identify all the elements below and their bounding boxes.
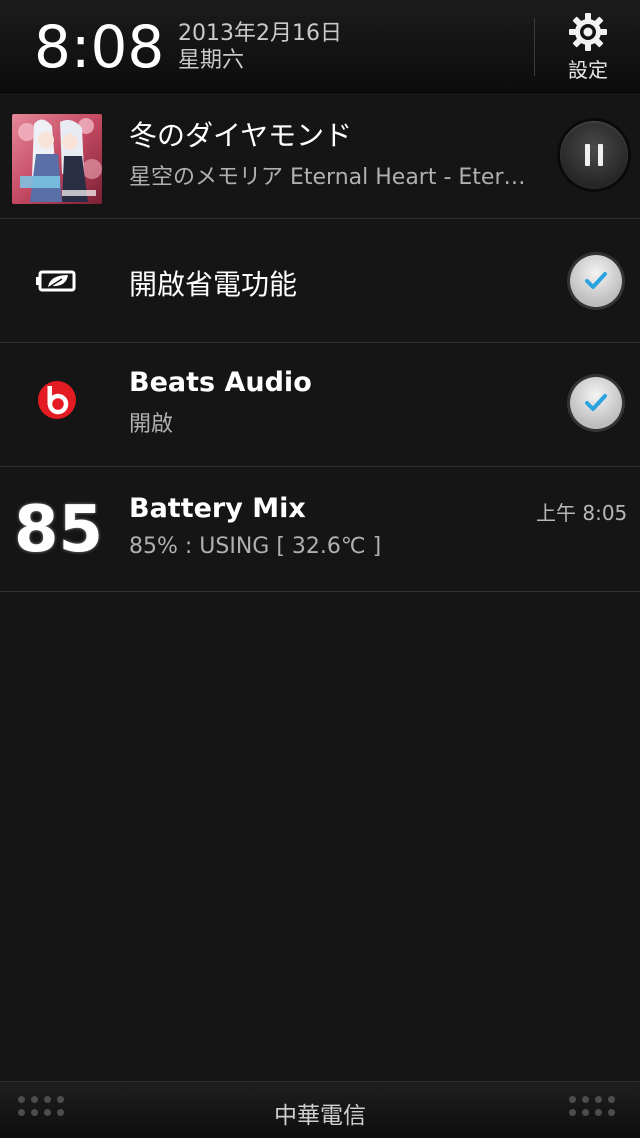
track-title: 冬のダイヤモンド: [129, 119, 353, 152]
power-saver-toggle-row[interactable]: 開啟省電功能: [0, 219, 640, 343]
power-saver-checkbox[interactable]: [570, 255, 622, 307]
drag-handle-right[interactable]: [569, 1096, 615, 1116]
battery-level-number: 85: [14, 493, 104, 567]
notification-shade: 8:08 2013年2月16日 星期六 設定 冬のダイヤモンド 星空のメモリア …: [0, 0, 640, 1138]
carrier-footer[interactable]: 中華電信: [0, 1081, 640, 1138]
beats-audio-toggle-row[interactable]: Beats Audio 開啟: [0, 343, 640, 467]
beats-logo-icon: [38, 381, 76, 419]
track-subtitle: 星空のメモリア Eternal Heart - Eter…: [129, 165, 526, 190]
pause-icon: [585, 144, 590, 166]
battery-leaf-icon: [36, 270, 76, 292]
gear-icon: [569, 13, 607, 51]
checkmark-icon: [585, 394, 607, 411]
settings-button[interactable]: 設定: [548, 12, 628, 88]
battery-mix-status: 85% : USING [ 32.6℃ ]: [129, 534, 382, 559]
beats-audio-status: 開啟: [129, 412, 174, 437]
notification-time: 上午 8:05: [536, 501, 628, 525]
album-art: [12, 114, 102, 204]
status-header: 8:08 2013年2月16日 星期六 設定: [0, 0, 640, 93]
carrier-label: 中華電信: [274, 1103, 366, 1129]
clock: 8:08: [34, 13, 165, 81]
beats-audio-title: Beats Audio: [129, 367, 312, 398]
date-label: 2013年2月16日: [178, 21, 342, 46]
pause-button[interactable]: [560, 121, 628, 189]
header-divider: [534, 18, 535, 76]
weekday-label: 星期六: [178, 48, 245, 73]
beats-audio-checkbox[interactable]: [570, 377, 622, 429]
settings-label: 設定: [568, 58, 608, 82]
power-saver-label: 開啟省電功能: [129, 268, 298, 301]
date-block: 2013年2月16日 星期六: [178, 20, 342, 74]
battery-mix-title: Battery Mix: [129, 493, 306, 524]
checkmark-icon: [585, 272, 607, 289]
music-notification[interactable]: 冬のダイヤモンド 星空のメモリア Eternal Heart - Eter…: [0, 93, 640, 219]
